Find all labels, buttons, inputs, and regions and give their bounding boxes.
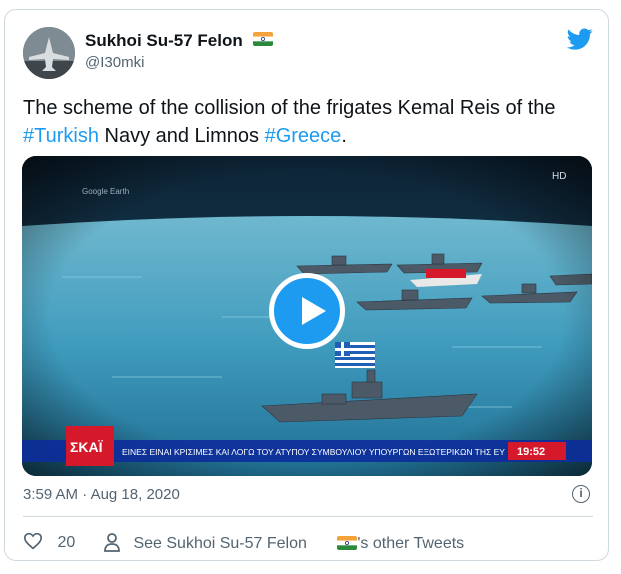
- tweet-card: Sukhoi Su-57 Felon @I30mki The scheme of…: [4, 9, 609, 561]
- divider: [23, 516, 593, 517]
- avatar[interactable]: [23, 27, 75, 79]
- hashtag-greece[interactable]: #Greece: [265, 125, 342, 147]
- video-player[interactable]: Google Earth HD ΣΚΑΪ ΕΙΝΕΣ ΕΙΝΑΙ ΚΡΙΣΙΜΕ…: [22, 156, 592, 476]
- tweet-text-part: Navy and Limnos: [98, 125, 265, 147]
- timestamp-time: 3:59 AM: [23, 486, 79, 503]
- avatar-jet-image: [23, 27, 75, 79]
- tweet-text-part: The scheme of the collision of the friga…: [23, 97, 556, 119]
- see-other-tweets-link[interactable]: See Sukhoi Su-57 Felon 's other Tweets: [103, 532, 464, 553]
- see-other-prefix: See Sukhoi Su-57 Felon: [133, 535, 307, 552]
- play-icon[interactable]: [269, 273, 345, 349]
- author-name[interactable]: Sukhoi Su-57 Felon: [85, 31, 243, 51]
- twitter-bird-icon[interactable]: [565, 26, 595, 52]
- see-other-suffix: 's other Tweets: [357, 535, 465, 552]
- like-count: 20: [57, 534, 76, 551]
- timestamp-separator: ·: [82, 486, 88, 503]
- tweet-text-part: .: [341, 125, 347, 147]
- ticker-text: ΕΙΝΕΣ ΕΙΝΑΙ ΚΡΙΣΙΜΕΣ ΚΑΙ ΛΟΓΩ ΤΟΥ ΑΤΥΠΟΥ…: [122, 447, 505, 457]
- timestamp-date: Aug 18, 2020: [90, 486, 180, 503]
- watermark: Google Earth: [82, 187, 129, 196]
- channel-logo: ΣΚΑΪ: [70, 439, 104, 455]
- india-flag-icon: [337, 536, 358, 550]
- tweet-text: The scheme of the collision of the friga…: [23, 94, 593, 150]
- heart-icon: [23, 532, 43, 550]
- hd-label: HD: [552, 171, 566, 182]
- info-icon[interactable]: i: [572, 485, 590, 503]
- author-handle[interactable]: @I30mki: [85, 54, 144, 71]
- person-icon: [104, 533, 120, 552]
- like-button[interactable]: 20: [23, 532, 75, 552]
- hashtag-turkish[interactable]: #Turkish: [23, 125, 99, 147]
- timestamp[interactable]: 3:59 AM · Aug 18, 2020: [23, 486, 180, 503]
- india-flag-icon: [253, 32, 273, 46]
- ticker-time: 19:52: [517, 446, 545, 458]
